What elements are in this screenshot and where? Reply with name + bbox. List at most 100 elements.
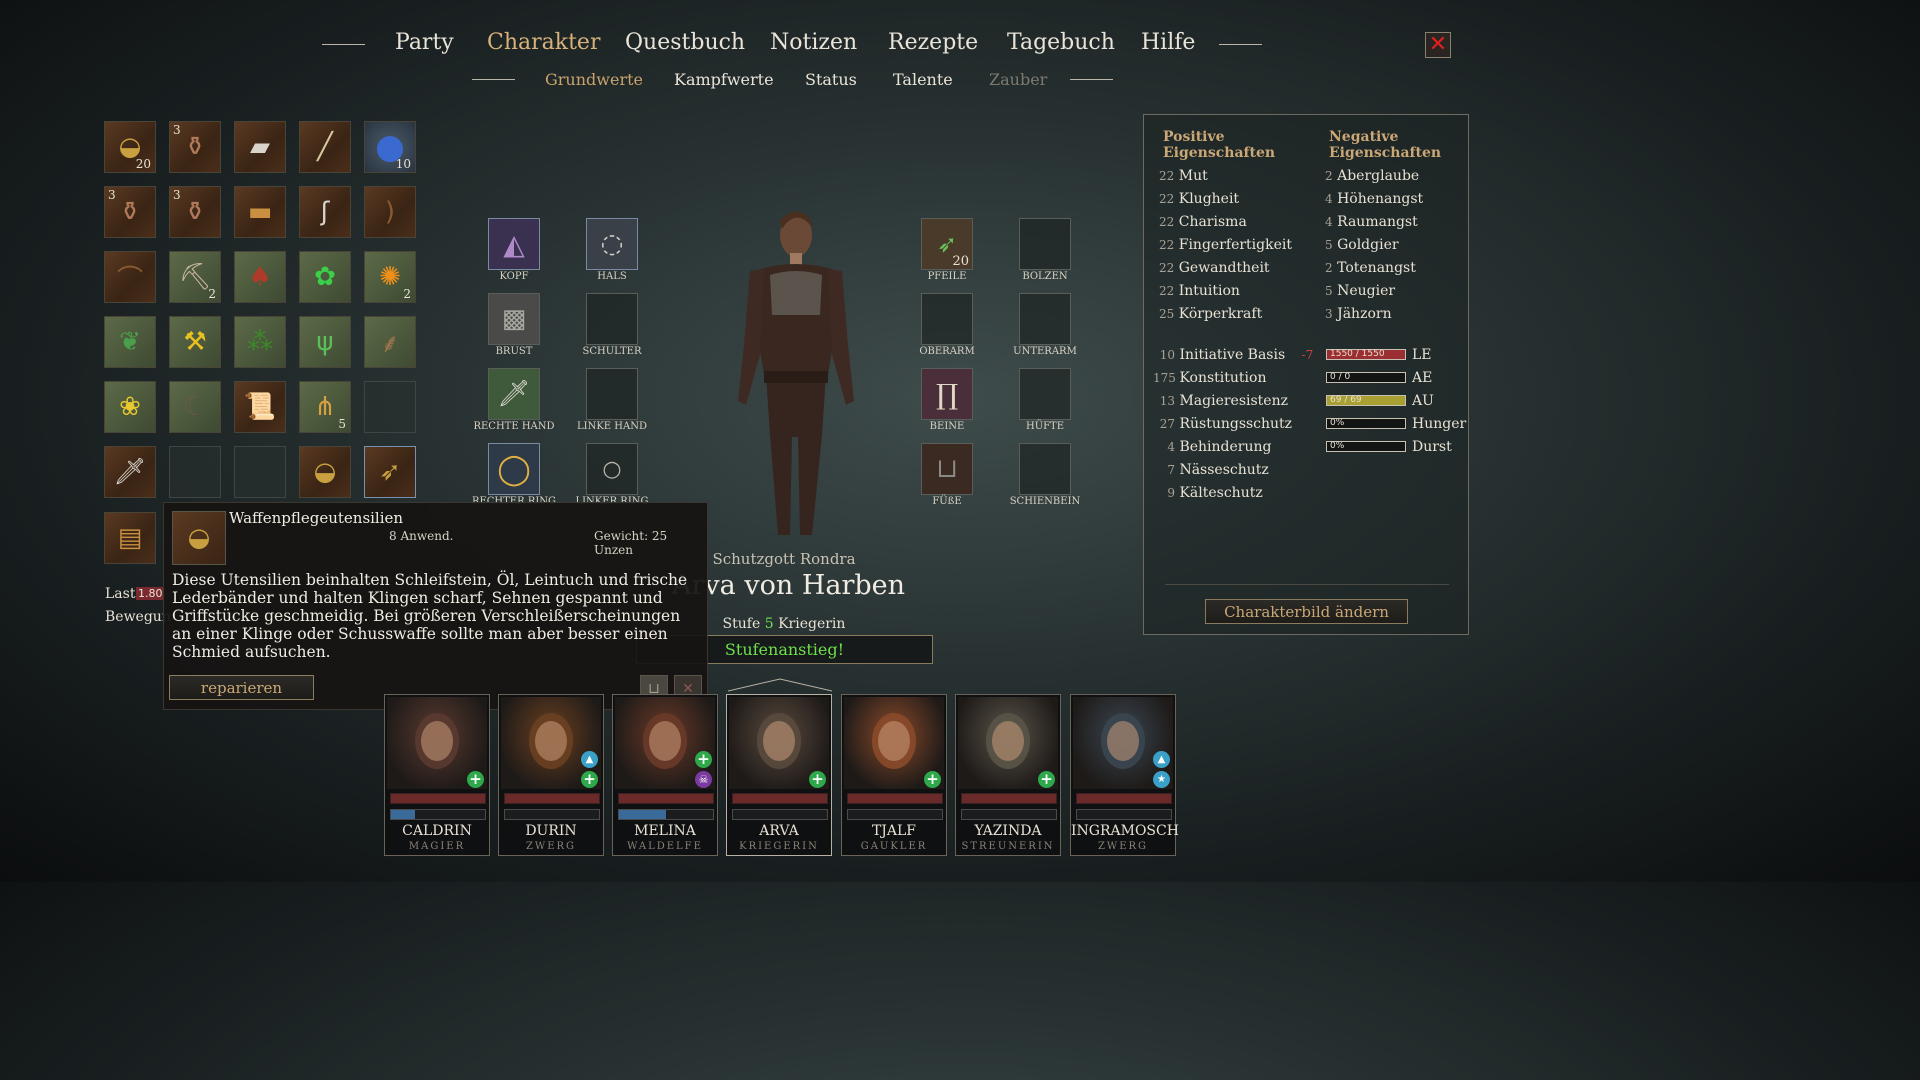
slot-brust[interactable]: ▩ xyxy=(488,293,540,345)
inventory-slot-scroll[interactable]: 📜 xyxy=(234,381,286,433)
change-portrait-button[interactable]: Charakterbild ändern xyxy=(1205,599,1408,624)
astral-bar xyxy=(732,809,828,820)
inventory-slot-root[interactable]: ⸙ xyxy=(364,316,416,368)
party-member-melina[interactable]: + ☠ MELINA WALDELFE xyxy=(612,694,718,856)
care-kit-icon: ◒ xyxy=(313,457,337,487)
silver-ring-icon: ○ xyxy=(602,456,622,482)
slot-kopf[interactable]: ◭ xyxy=(488,218,540,270)
inventory-slot-hook[interactable]: ʃ xyxy=(299,186,351,238)
party-member-tjalf[interactable]: + TJALF GAUKLER xyxy=(841,694,947,856)
trait-row: 22 Charisma xyxy=(1159,214,1247,230)
inventory-slot-flask-3[interactable]: ⚱ 3 xyxy=(169,186,221,238)
party-member-caldrin[interactable]: + CALDRIN MAGIER xyxy=(384,694,490,856)
inventory-slot-longbow[interactable]: ⌒ xyxy=(104,251,156,303)
health-bar xyxy=(618,793,714,804)
herb-icon: ❦ xyxy=(119,327,141,357)
party-member-ingramosch[interactable]: ▲ ★ INGRAMOSCH ZWERG xyxy=(1070,694,1179,856)
tab-questbuch[interactable]: Questbuch xyxy=(625,30,745,55)
repair-button[interactable]: reparieren xyxy=(169,675,314,700)
inventory-slot-flask[interactable]: ⚱ 3 xyxy=(169,121,221,173)
trait-row: 5 Goldgier xyxy=(1325,237,1399,253)
slot-label-schienbein: SCHIENBEIN xyxy=(1009,496,1081,507)
ae-label: AE xyxy=(1412,370,1433,386)
slot-label-pfeile: PFEILE xyxy=(927,271,967,282)
tab-notizen[interactable]: Notizen xyxy=(770,30,857,55)
blessing-icon: ▲ xyxy=(1153,751,1170,768)
astral-bar xyxy=(961,809,1057,820)
inventory-slot-green-flower[interactable]: ✿ xyxy=(299,251,351,303)
inventory-slot-scroll-case[interactable]: ▬ xyxy=(234,186,286,238)
fishhook-icon: ʃ xyxy=(320,197,330,227)
slot-linke-hand[interactable] xyxy=(586,368,638,420)
inventory-slot-knife[interactable]: ╱ xyxy=(299,121,351,173)
derived-row: 175 Konstitution xyxy=(1153,370,1267,386)
slot-schienbein[interactable] xyxy=(1019,443,1071,495)
close-button[interactable]: ✕ xyxy=(1425,32,1451,58)
derived-row: 9 Kälteschutz xyxy=(1167,485,1263,501)
slot-bolzen[interactable] xyxy=(1019,218,1071,270)
slot-rechter-ring[interactable]: ◯ xyxy=(488,443,540,495)
slot-pfeile[interactable]: ➶ 20 xyxy=(921,218,973,270)
inventory-slot-orange-flower[interactable]: ✺ 2 xyxy=(364,251,416,303)
health-bar xyxy=(732,793,828,804)
subtab-zauber[interactable]: Zauber xyxy=(989,70,1047,89)
inventory-slot-cloth[interactable]: ▰ xyxy=(234,121,286,173)
inventory-slot-flask-2[interactable]: ⚱ 3 xyxy=(104,186,156,238)
inventory-slot-bowl[interactable]: ◒ 20 xyxy=(104,121,156,173)
inventory-slot-golden-item[interactable]: ⚒ xyxy=(169,316,221,368)
inventory-slot-horn[interactable]: ☾ xyxy=(169,381,221,433)
inventory-slot-arrow[interactable]: ➶ xyxy=(364,446,416,498)
trait-row: 4 Raumangst xyxy=(1325,214,1418,230)
trait-row: 3 Jähzorn xyxy=(1325,306,1392,322)
slot-label-huefte: HÜFTE xyxy=(1025,421,1065,432)
inventory-slot-care-kit[interactable]: ◒ xyxy=(299,446,351,498)
inventory-slot-straw[interactable]: ⋔ 5 xyxy=(299,381,351,433)
trait-row: 5 Neugier xyxy=(1325,283,1396,299)
member-name: DURIN xyxy=(525,823,577,839)
member-name: YAZINDA xyxy=(974,823,1042,839)
party-member-arva[interactable]: + ARVA KRIEGERIN xyxy=(726,694,832,856)
inventory-slot-berries[interactable]: ⁂ xyxy=(234,316,286,368)
tab-tagebuch[interactable]: Tagebuch xyxy=(1007,30,1115,55)
slot-huefte[interactable] xyxy=(1019,368,1071,420)
inventory-slot-grass[interactable]: ψ xyxy=(299,316,351,368)
inventory-slot-blueberry[interactable]: ● 10 xyxy=(364,121,416,173)
slot-linker-ring[interactable]: ○ xyxy=(586,443,638,495)
slot-hals[interactable]: ◌ xyxy=(586,218,638,270)
slot-unterarm[interactable] xyxy=(1019,293,1071,345)
inventory-slot-bow[interactable]: ) xyxy=(364,186,416,238)
tab-rezepte[interactable]: Rezepte xyxy=(888,30,978,55)
subtab-kampfwerte[interactable]: Kampfwerte xyxy=(674,70,774,89)
inventory-slot-empty[interactable] xyxy=(169,446,221,498)
slot-label-unterarm: UNTERARM xyxy=(1013,346,1077,357)
slot-beine[interactable]: ∏ xyxy=(921,368,973,420)
inventory-slot-herb[interactable]: ❦ xyxy=(104,316,156,368)
party-member-yazinda[interactable]: + YAZINDA STREUNERIN xyxy=(955,694,1061,856)
cloth-icon: ▰ xyxy=(250,132,270,162)
slot-schulter[interactable] xyxy=(586,293,638,345)
tab-party[interactable]: Party xyxy=(395,30,454,55)
inventory-slot-pickaxe[interactable]: ⛏ 2 xyxy=(169,251,221,303)
boots-icon: ⊔ xyxy=(936,454,958,484)
slot-label-oberarm: OBERARM xyxy=(919,346,975,357)
inventory-slot-empty[interactable] xyxy=(364,381,416,433)
inventory-slot-mushroom[interactable]: ♠ xyxy=(234,251,286,303)
inventory-slot-chest[interactable]: ▤ xyxy=(104,512,156,564)
inventory-slot-sword[interactable]: 🗡 xyxy=(104,446,156,498)
initiative-modifier: -7 xyxy=(1301,348,1314,362)
active-member-marker xyxy=(727,677,833,693)
character-level: Stufe 5 Kriegerin xyxy=(722,616,846,632)
subtab-status[interactable]: Status xyxy=(805,70,857,89)
party-member-durin[interactable]: ▲ + DURIN ZWERG xyxy=(498,694,604,856)
tab-hilfe[interactable]: Hilfe xyxy=(1141,30,1195,55)
slot-fuesse[interactable]: ⊔ xyxy=(921,443,973,495)
subtab-grundwerte[interactable]: Grundwerte xyxy=(545,70,643,89)
inventory-slot-yellow-flower[interactable]: ❀ xyxy=(104,381,156,433)
tab-charakter[interactable]: Charakter xyxy=(487,30,600,55)
berries-icon: ⁂ xyxy=(247,327,273,357)
slot-rechte-hand[interactable]: 🗡 xyxy=(488,368,540,420)
hunger-label: Hunger xyxy=(1412,416,1467,432)
subtab-talente[interactable]: Talente xyxy=(893,70,953,89)
slot-oberarm[interactable] xyxy=(921,293,973,345)
inventory-slot-empty[interactable] xyxy=(234,446,286,498)
